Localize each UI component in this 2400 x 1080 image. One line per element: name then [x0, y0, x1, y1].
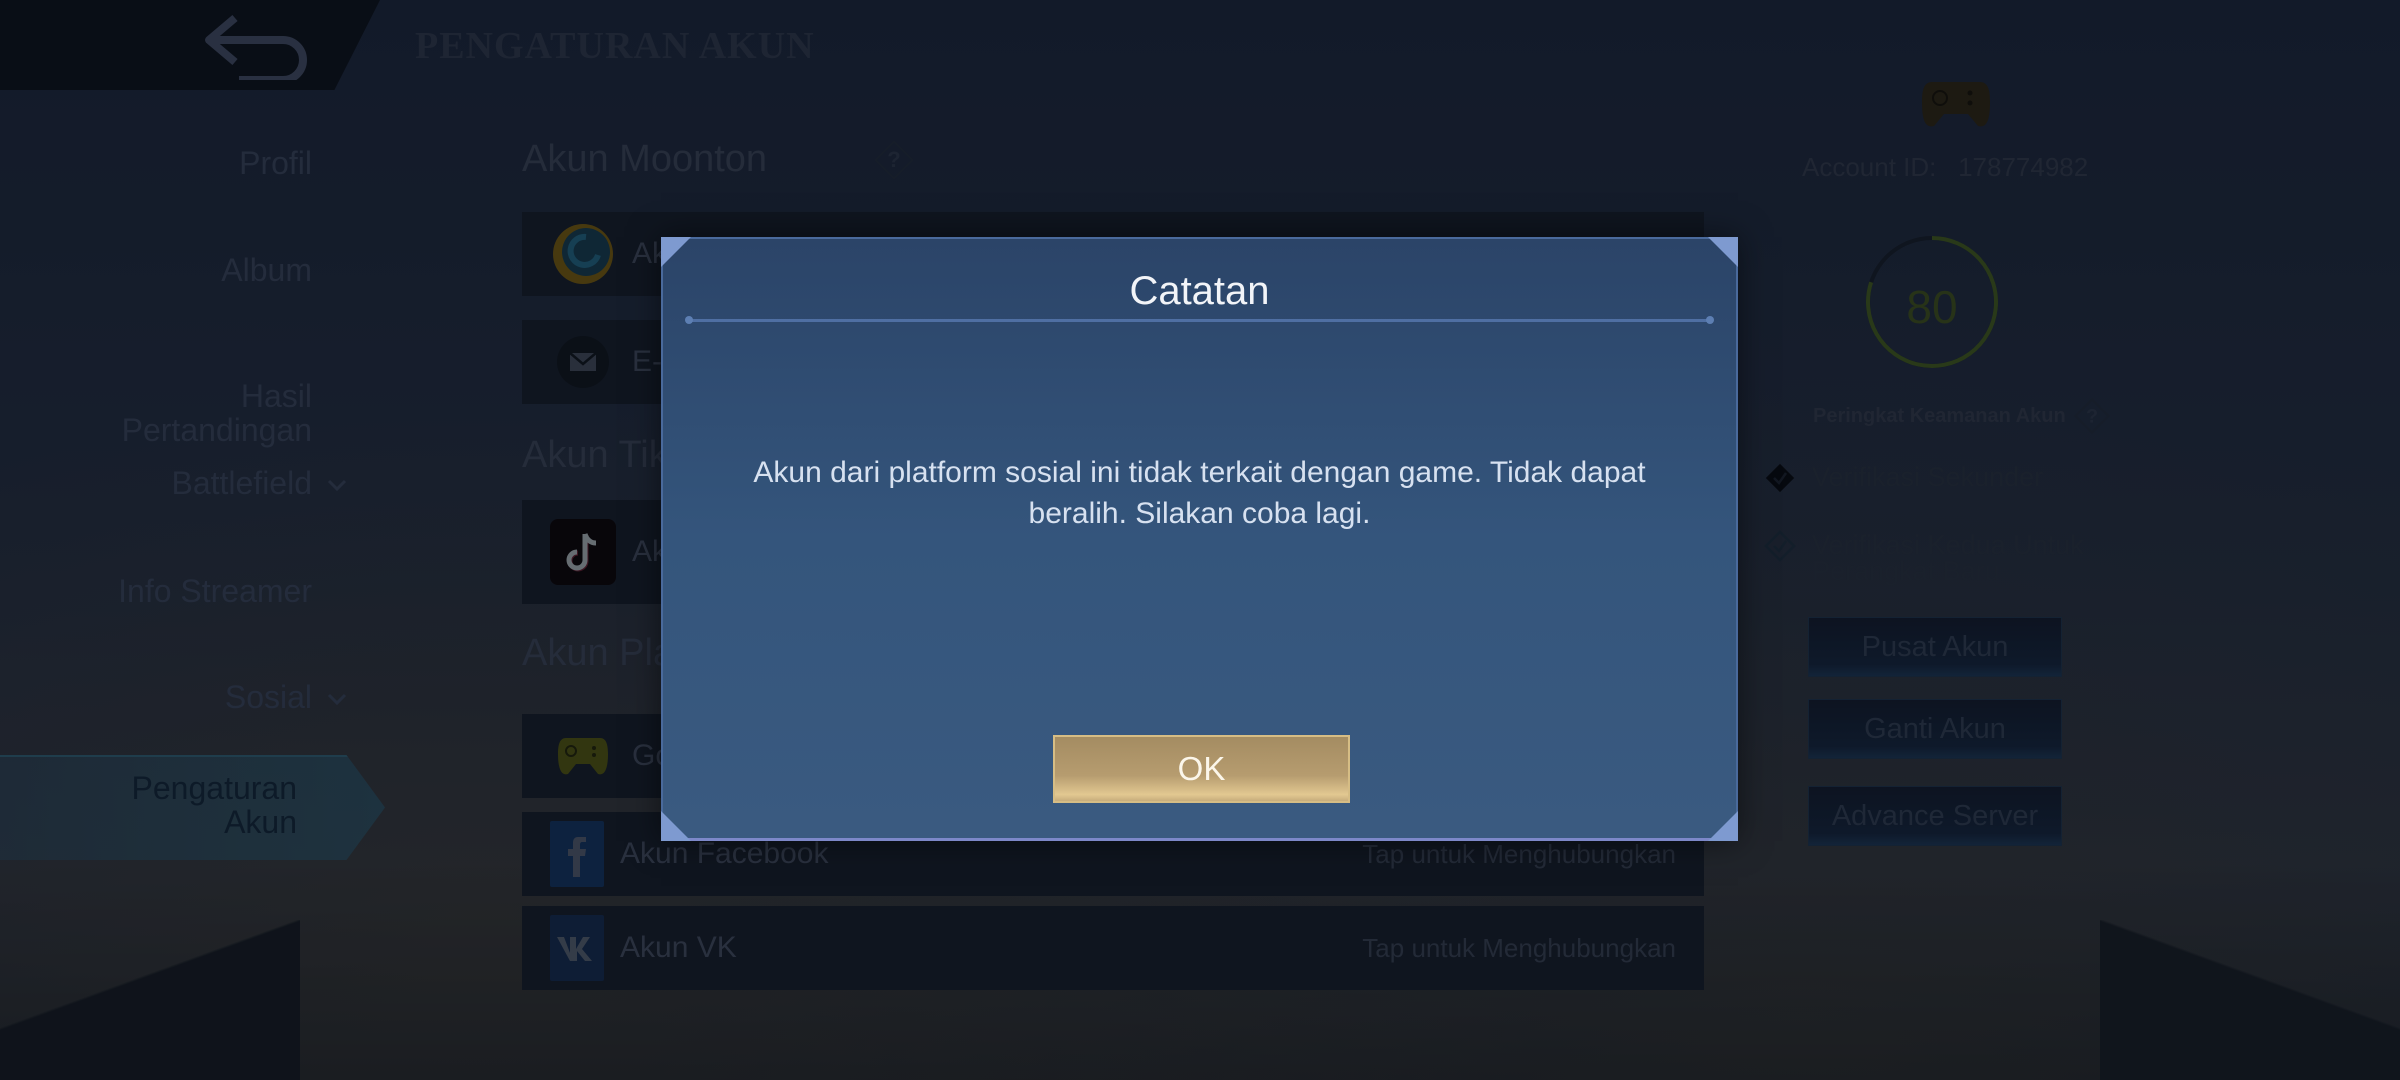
dialog-title: Catatan — [1129, 269, 1270, 313]
corner-ornament-icon — [661, 237, 691, 267]
dialog-message: Akun dari platform sosial ini tidak terk… — [753, 456, 1646, 530]
dialog-divider — [685, 316, 1714, 324]
corner-ornament-icon — [661, 811, 691, 841]
corner-ornament-icon — [1708, 811, 1738, 841]
notice-dialog: Catatan Akun dari platform sosial ini ti… — [661, 237, 1738, 841]
ok-button[interactable]: OK — [1053, 735, 1350, 803]
corner-ornament-icon — [1708, 237, 1738, 267]
